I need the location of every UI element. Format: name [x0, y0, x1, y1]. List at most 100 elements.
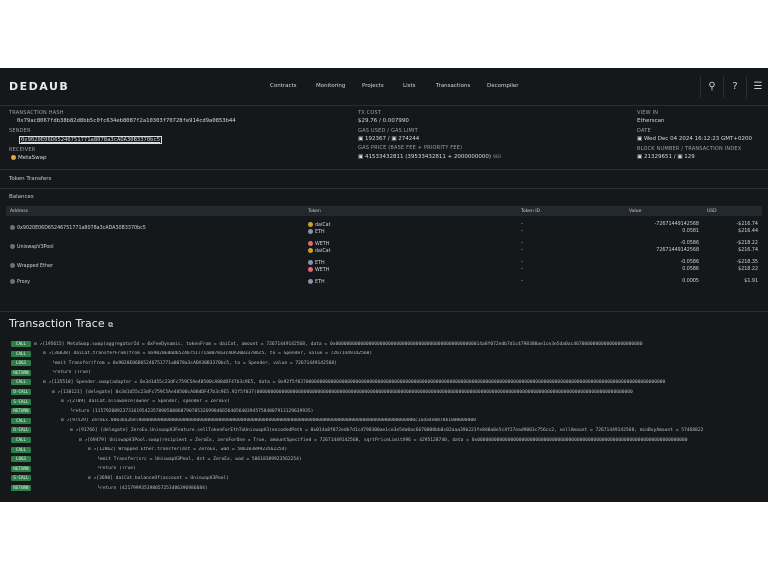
trace-line[interactable]: RETURN └ return (True): [11, 465, 768, 474]
balance-token[interactable]: ETH: [304, 228, 517, 235]
balance-address[interactable]: UniswapV3Pool: [6, 240, 304, 254]
trace-line[interactable]: RETURN └ return (421799935398057253406396…: [11, 485, 768, 493]
gas-price: ▣ 41533432811 (39533432811 + 2000000000)…: [358, 154, 501, 160]
collapse-icon[interactable]: ⊟ ↗: [43, 351, 51, 356]
balance-token-id: -: [521, 260, 523, 265]
balance-address[interactable]: 0x9020E06D65246751771a8078a3cADA30B3370b…: [6, 221, 304, 235]
trace-title-text: Transaction Trace: [9, 317, 105, 330]
col-token-id: Token ID: [517, 206, 625, 216]
gas-price-unit: WEI: [492, 155, 502, 160]
address-icon: [10, 278, 15, 284]
dedaub-logo[interactable]: DEDAUB: [9, 80, 69, 93]
collapse-icon[interactable]: ⊟ ↗: [70, 428, 78, 433]
balances-header[interactable]: Balances: [9, 194, 34, 200]
divider: [0, 311, 768, 312]
nav-monitoring[interactable]: Monitoring: [316, 83, 345, 89]
trace-text: [97529] ZeroEx.0003ba2bd(000000000000000…: [69, 418, 476, 424]
collapse-icon[interactable]: ⊟ ↗: [61, 399, 69, 404]
balance-token-id: -: [521, 222, 523, 227]
balance-usd: $218.22: [738, 267, 758, 272]
balance-value: -0.0586: [680, 241, 699, 246]
trace-line[interactable]: RETURN └ return (115792089237316195423570…: [11, 408, 768, 416]
search-icon[interactable]: ⚲: [700, 76, 723, 98]
trace-line[interactable]: LOG3 └ emit Transfer(from = 0x9020E06D652…: [11, 360, 768, 368]
nav-lists[interactable]: Lists: [403, 83, 415, 89]
trace-line[interactable]: CALL ⊟ ↗ [97529] ZeroEx.0003ba2bd(0000000…: [11, 417, 768, 426]
trace-line[interactable]: CALL ⊟ ↗ [195615] MetaSwap.swap(aggregato…: [11, 341, 768, 349]
collapse-icon[interactable]: ⊟ ↗: [52, 390, 60, 395]
nav-decompiler[interactable]: Decompiler: [487, 83, 519, 89]
token-name: daiCat: [315, 248, 331, 254]
balance-token[interactable]: daiCat: [304, 221, 517, 228]
balance-address[interactable]: Proxy: [6, 278, 304, 285]
address-text: 0x9020E06D65246751771a8078a3cADA30B3370b…: [17, 226, 146, 231]
balance-usd: -$216.74: [736, 222, 758, 227]
balance-value: 72671449142568: [656, 248, 699, 253]
receiver[interactable]: MetaSwap: [11, 155, 47, 161]
calendar-icon: ▣: [637, 136, 644, 142]
trace-text: [91766] [delegate] ZeroEx.UniswapV3Featu…: [78, 427, 704, 433]
balance-token[interactable]: ETH: [304, 259, 517, 266]
balance-usd: -$218.22: [736, 241, 758, 246]
trace-line[interactable]: RETURN └ return (True): [11, 369, 768, 378]
top-navbar: DEDAUB Contracts Monitoring Projects Lis…: [0, 68, 768, 106]
token-icon: [308, 240, 313, 246]
balance-token[interactable]: WETH: [304, 240, 517, 247]
trace-line[interactable]: D-CALL ⊟ ↗ [91766] [delegate] ZeroEx.Unis…: [11, 427, 768, 435]
balance-address[interactable]: Wrapped Ether: [6, 259, 304, 273]
gas-label: GAS USED / GAS LIMIT: [358, 128, 418, 134]
address-icon: [10, 244, 15, 249]
sender-address[interactable]: 0x9020E06D65246751771a8078a3cADA30B3370b…: [18, 136, 163, 144]
trace-line[interactable]: CALL ⊟ ↗ [69479] UniswapV3Pool.swap(recip…: [11, 437, 768, 445]
help-icon[interactable]: ?: [723, 76, 746, 98]
trace-title: Transaction Trace ⧉: [9, 317, 113, 330]
balance-row: UniswapV3Pool WETH - -0.0586 -$218.22: [6, 240, 762, 250]
trace-line[interactable]: S-CALL ⊟ ↗ [2709] daiCat.allowance(owner …: [11, 398, 768, 407]
balance-token[interactable]: daiCat: [304, 247, 517, 254]
tx-cost-label: TX COST: [358, 110, 382, 116]
trace-text: return (True): [54, 370, 91, 376]
token-icon: [308, 266, 313, 272]
trace-line[interactable]: S-CALL ⊟ ↗ [3690] daiCat.balanceOf(accoun…: [11, 475, 768, 483]
address-text: Wrapped Ether: [17, 264, 53, 269]
trace-text: [36838] daiCat.transferFrom(from = 0x902…: [51, 351, 373, 357]
divider: [0, 188, 768, 189]
trace-line[interactable]: CALL ⊟ ↗ [135510] Spender.swap(adapter = …: [11, 379, 768, 387]
etherscan-link[interactable]: Etherscan: [637, 118, 665, 124]
nav-transactions[interactable]: Transactions: [436, 83, 470, 89]
token-transfers-header[interactable]: Token Transfers: [9, 176, 51, 182]
nav-projects[interactable]: Projects: [362, 83, 384, 89]
collapse-icon[interactable]: ⊟ ↗: [88, 476, 96, 481]
view-in-label: VIEW IN: [637, 110, 659, 116]
balance-token[interactable]: ETH: [304, 278, 517, 285]
menu-icon[interactable]: ☰: [746, 76, 768, 98]
balance-usd: $216.74: [738, 248, 758, 253]
copy-icon[interactable]: ⧉: [108, 321, 113, 329]
collapse-icon[interactable]: ⊟ ↗: [61, 418, 69, 423]
balance-token-id: -: [521, 267, 523, 272]
block-number[interactable]: 21329651: [644, 154, 672, 160]
nav-contracts[interactable]: Contracts: [270, 83, 297, 89]
balance-row: Proxy ETH - 0.0005 $1.91: [6, 278, 762, 285]
collapse-icon[interactable]: ⊟ ↗: [34, 342, 42, 347]
collapse-icon[interactable]: ⊟ ↗: [43, 380, 51, 385]
trace-line[interactable]: D-CALL ⊟ ↗ [130121] [delegate] 0x3d1d55c2…: [11, 389, 768, 397]
balance-row: 0x9020E06D65246751771a8078a3cADA30B3370b…: [6, 221, 762, 231]
trace-text: return (11579208923731619542357098500868…: [72, 408, 314, 414]
tx-hash[interactable]: 0x79ac8067fdb38b82d8bb5c0fc634eb8087f2a1…: [17, 118, 236, 124]
tx-cost: $29.76 / 0.007990: [358, 118, 409, 124]
trace-text: [135510] Spender.swap(adapter = 0x3d1d55…: [51, 379, 666, 385]
collapse-icon[interactable]: ⊟ ↗: [88, 447, 96, 452]
trace-op-badge: LOG3: [11, 456, 31, 463]
balance-usd: -$218.35: [736, 260, 758, 265]
tx-hash-label: TRANSACTION HASH: [9, 110, 64, 116]
trace-line[interactable]: CALL ⊟ ↗ [36838] daiCat.transferFrom(from…: [11, 350, 768, 359]
trace-op-badge: S-CALL: [11, 398, 31, 405]
collapse-icon[interactable]: ⊟ ↗: [79, 438, 87, 443]
trace-line[interactable]: CALL ⊟ ↗ [12862] Wrapped Ether.transfer(d…: [11, 446, 768, 455]
col-address: Address: [6, 206, 304, 216]
balance-token[interactable]: WETH: [304, 266, 517, 273]
trace-op-badge: CALL: [11, 417, 31, 424]
gas-price-label: GAS PRICE (BASE FEE + PRIORITY FEE): [358, 145, 463, 151]
trace-line[interactable]: LOG3 └ emit Transfer(src = UniswapV3Pool,…: [11, 456, 768, 464]
